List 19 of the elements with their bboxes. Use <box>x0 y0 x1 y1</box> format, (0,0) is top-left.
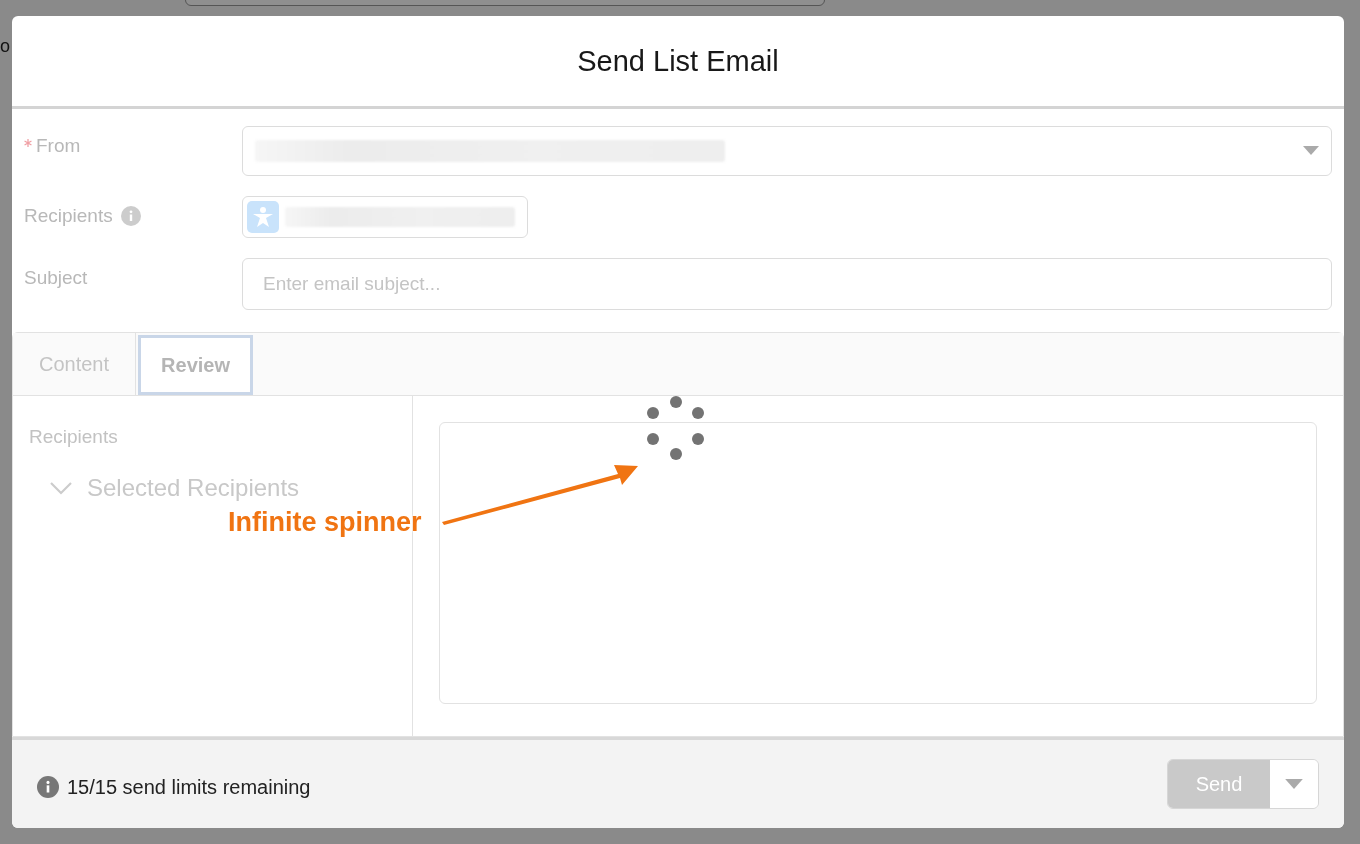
field-label: Recipients <box>24 205 113 227</box>
dropdown-button[interactable] <box>1270 760 1318 808</box>
recipient-pill[interactable] <box>242 196 528 238</box>
caret-icon <box>1285 778 1303 790</box>
annotation-label: Infinite spinner <box>228 507 422 538</box>
field-label: From <box>36 135 81 157</box>
subject-field[interactable]: Enter email subject... <box>242 258 1332 310</box>
background-text: o <box>0 36 10 57</box>
tab[interactable]: Review <box>138 335 253 395</box>
from-select[interactable] <box>242 126 1332 176</box>
info-icon <box>37 776 59 798</box>
chevron-icon[interactable] <box>49 481 73 495</box>
info-icon <box>120 206 141 226</box>
caret-icon <box>1303 146 1319 156</box>
section-heading: Recipients <box>29 426 119 448</box>
send-limit-text: 15/15 send limits remaining <box>67 775 311 799</box>
modal-title: Send List Email <box>577 44 779 78</box>
field-label: Subject <box>24 267 88 289</box>
person-icon <box>247 201 279 233</box>
